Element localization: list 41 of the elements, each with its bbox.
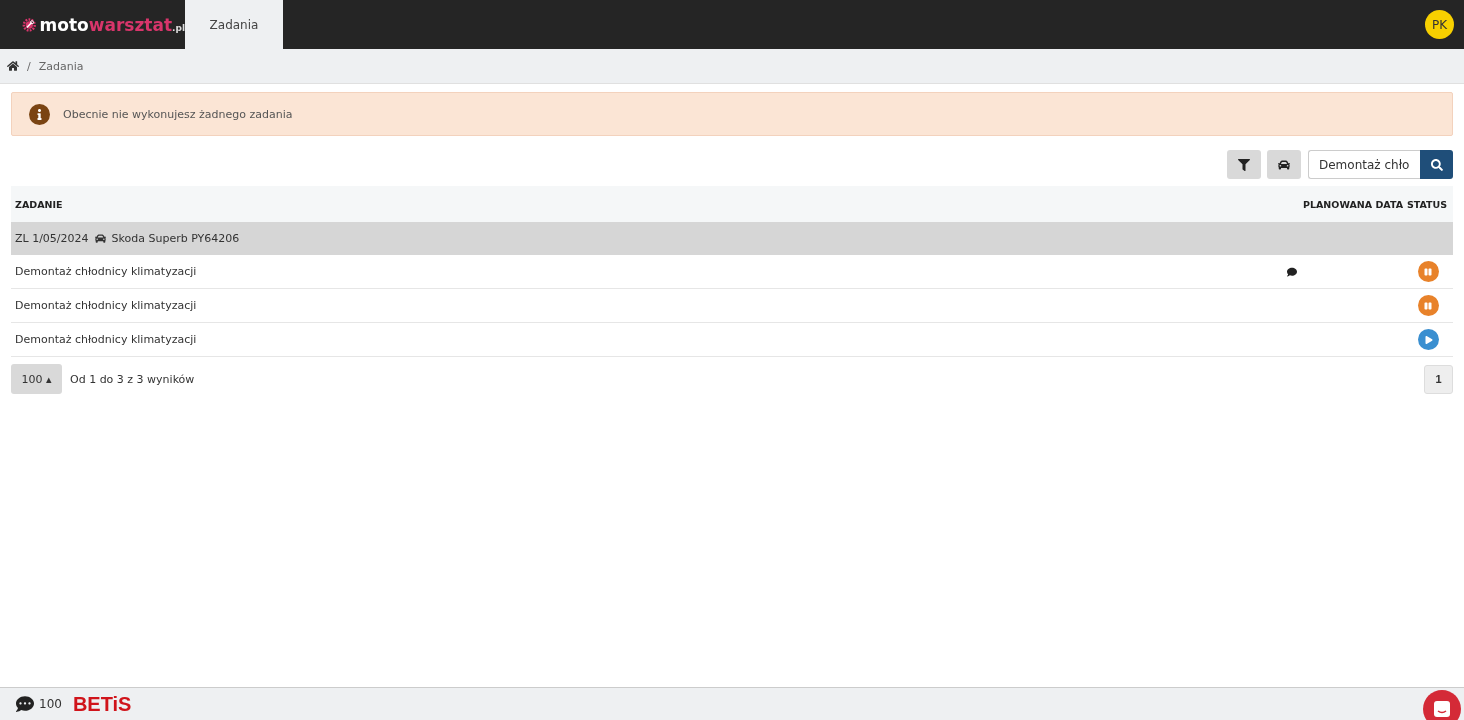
user-avatar[interactable]: PK [1425, 10, 1454, 39]
breadcrumb-item[interactable]: Zadania [38, 59, 84, 73]
logo-text: warsztat [88, 14, 173, 35]
filter-icon [1238, 158, 1250, 171]
chat-icon [1433, 700, 1451, 718]
filter-button[interactable] [1227, 150, 1261, 179]
order-number: ZL 1/05/2024 [15, 232, 89, 245]
car-button[interactable] [1267, 150, 1301, 179]
search-icon [1430, 158, 1443, 171]
brand-logo: BETiS [72, 692, 132, 716]
comment-icon[interactable] [1287, 266, 1297, 277]
sms-icon [16, 695, 34, 713]
task-cell-text: Demontaż chłodnicy klimatyzacji [15, 299, 198, 312]
results-summary: Od 1 do 3 z 3 wyników [70, 372, 195, 386]
task-cell-text: Demontaż chłodnicy klimatyzacji [15, 265, 198, 278]
play-icon [1425, 335, 1433, 344]
pause-button[interactable] [1417, 295, 1439, 316]
pause-button[interactable] [1417, 261, 1439, 282]
column-header: ZADANIE [15, 198, 64, 210]
breadcrumb-separator: / [27, 59, 31, 73]
pause-icon [1424, 267, 1432, 276]
play-button[interactable] [1417, 329, 1439, 350]
car-icon [94, 233, 106, 244]
info-icon [29, 103, 50, 125]
alert-text: Obecnie nie wykonujesz żadnego zadania [63, 107, 293, 121]
logo-suffix: .pl [172, 22, 185, 33]
page-size-dropdown[interactable]: 100 ▴ [11, 364, 62, 394]
task-cell-text: Demontaż chłodnicy klimatyzacji [15, 333, 198, 346]
column-header: PLANOWANA DATA [1302, 198, 1404, 210]
sms-count: 100 [39, 697, 62, 711]
vehicle-name: Skoda Superb PY64206 [111, 232, 240, 245]
chat-button[interactable] [1423, 690, 1461, 720]
home-icon[interactable] [7, 60, 19, 72]
nav-tab[interactable]: Zadania [185, 0, 283, 49]
logo-text: moto [39, 14, 89, 35]
page-button[interactable]: 1 [1424, 364, 1453, 394]
search-field[interactable]: Demontaż chło [1308, 150, 1420, 179]
column-header: STATUS [1405, 198, 1449, 210]
pause-icon [1424, 301, 1432, 310]
car-icon [1278, 158, 1290, 171]
search-button[interactable] [1420, 150, 1453, 179]
